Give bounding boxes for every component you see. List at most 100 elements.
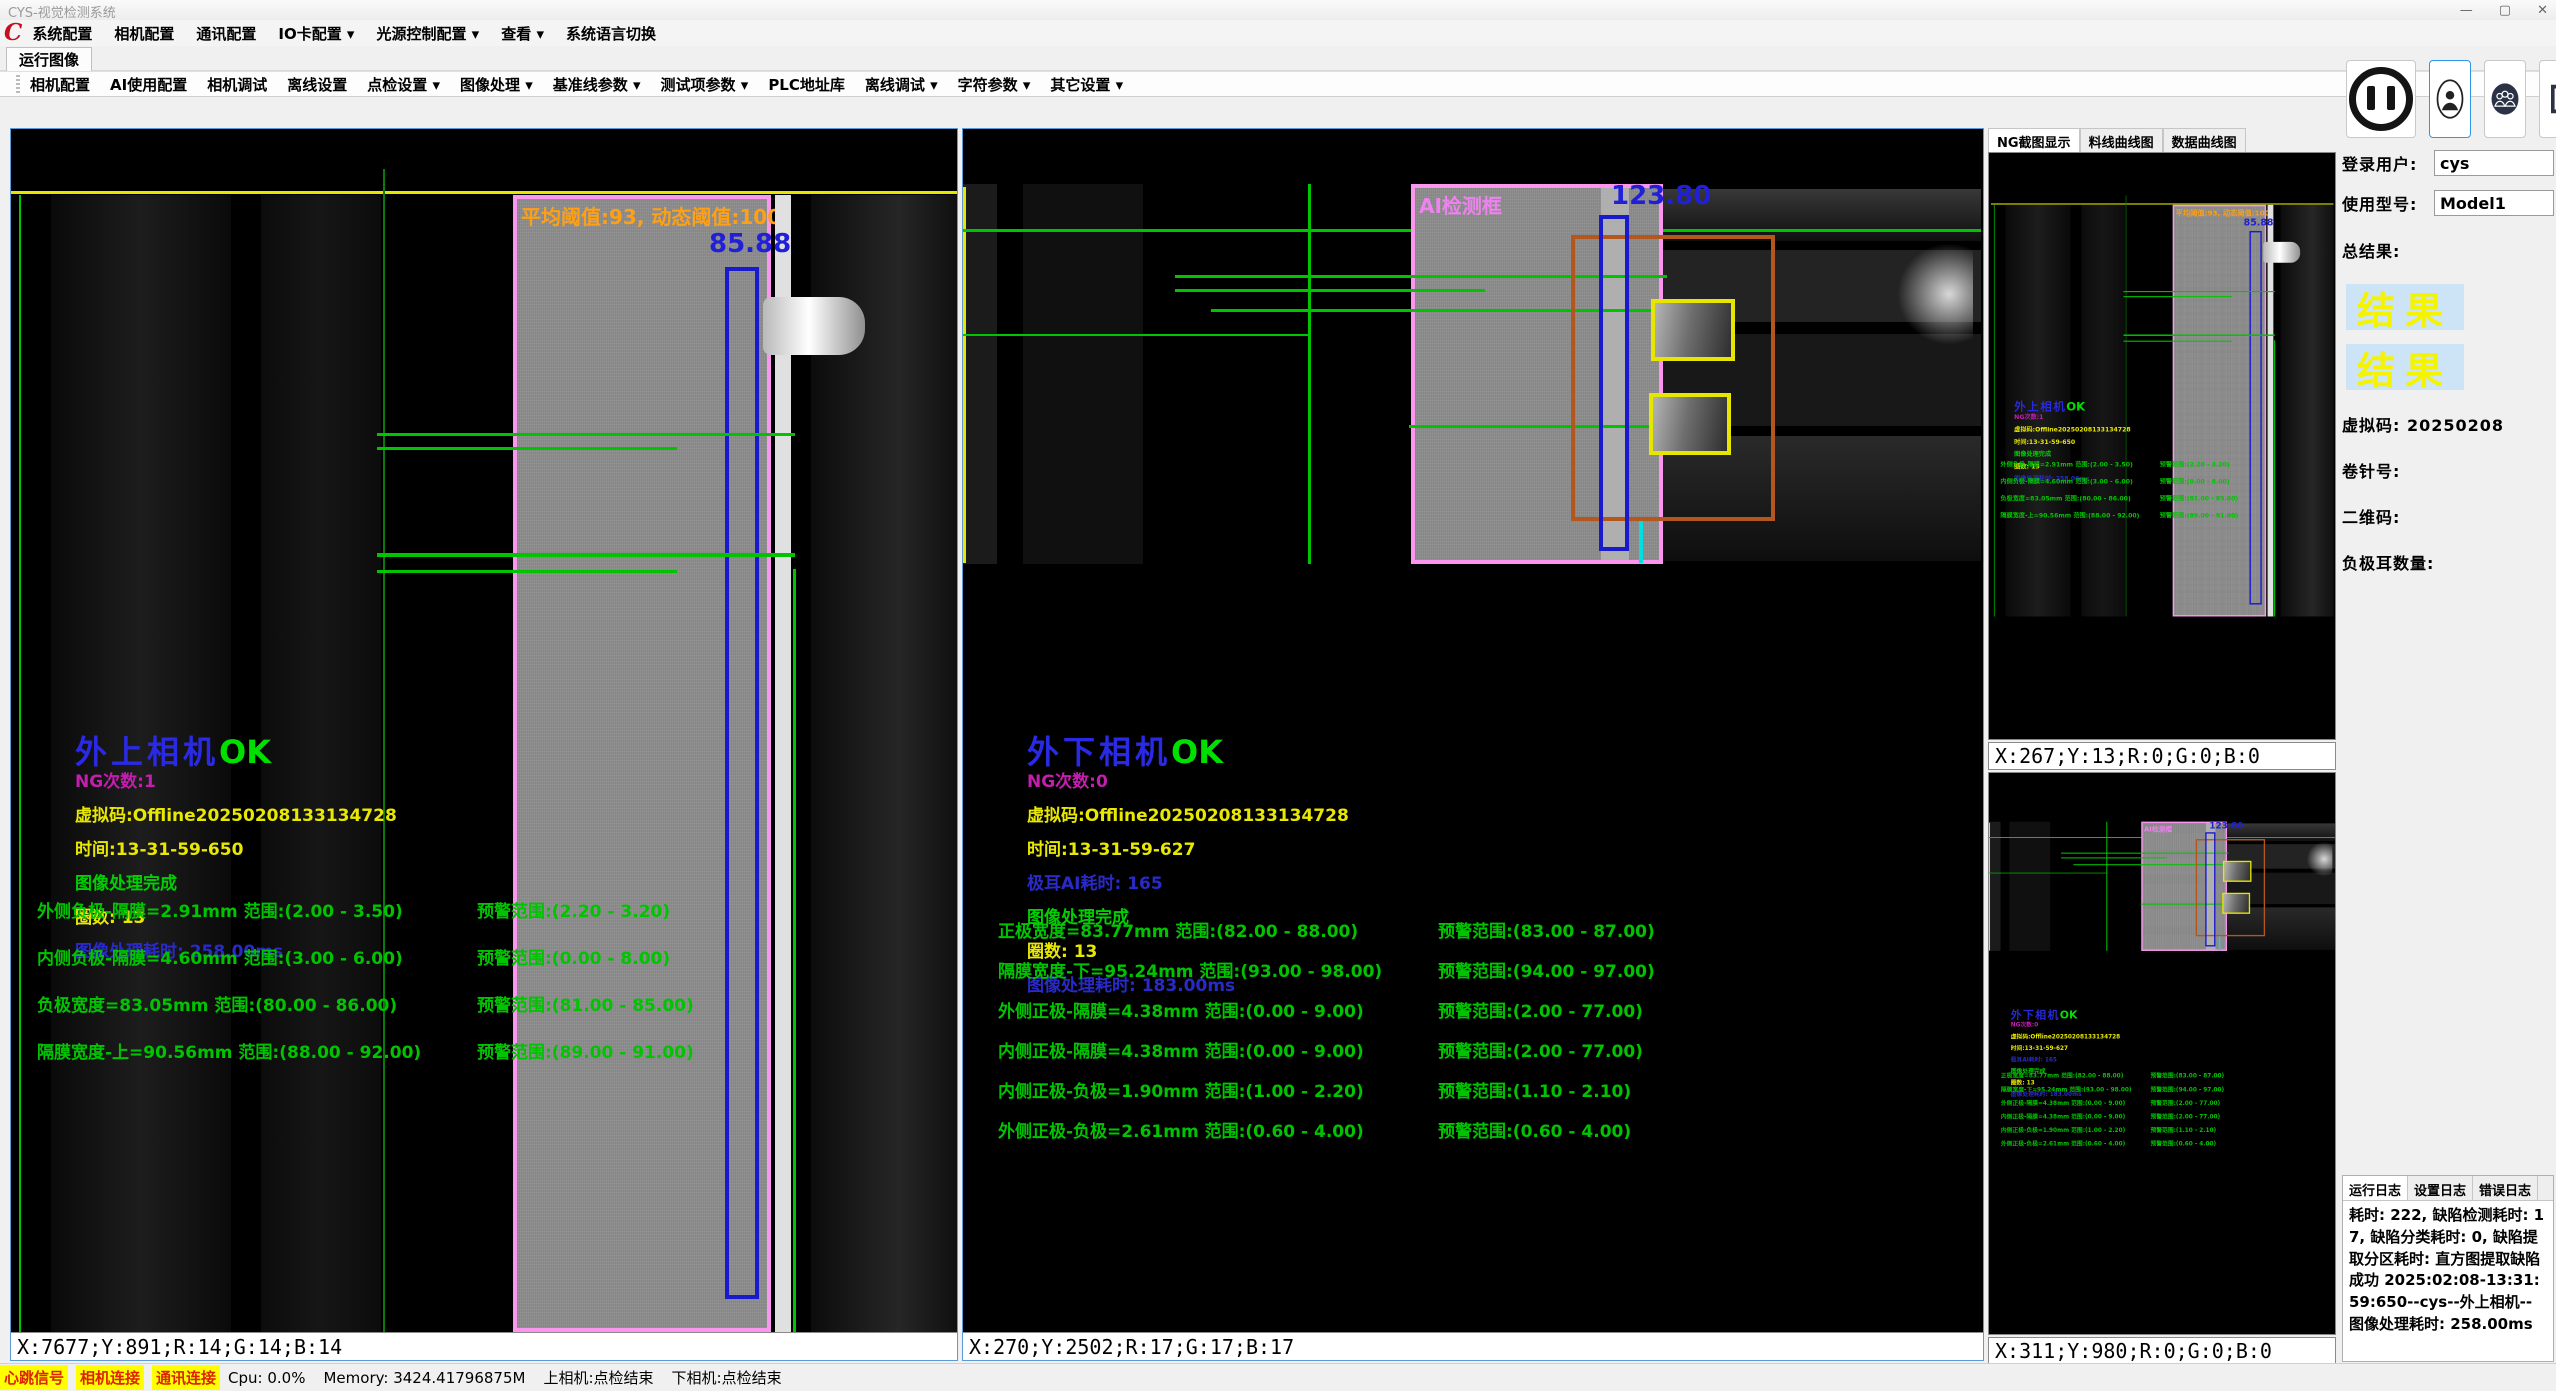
reference-line-green (1308, 184, 1311, 564)
warning-range-text: 预警范围:(1.10 - 2.10) (2151, 1125, 2217, 1134)
machinery-highlight (1893, 239, 1973, 349)
tool-baseline-params[interactable]: 基准线参数 ▾ (553, 74, 641, 95)
log-tab-settings[interactable]: 设置日志 (2408, 1176, 2473, 1200)
time-line: 时间:13-31-59-627 (2011, 1043, 2120, 1052)
measurement-text: 负极宽度=83.05mm 范围:(80.00 - 86.00) (2000, 493, 2159, 502)
pause-icon (2349, 67, 2413, 131)
measure-line-green (2123, 334, 2274, 335)
minimize-button[interactable]: — (2460, 3, 2473, 18)
width-value-label: 85.88 (709, 229, 791, 259)
menu-item-system-config[interactable]: 系统配置 (32, 23, 92, 44)
tool-spot-check-setting[interactable]: 点检设置 ▾ (367, 74, 440, 95)
ng-tab-screenshot[interactable]: NG截图显示 (1988, 128, 2080, 152)
measure-line-green (1175, 289, 1485, 292)
menu-item-language-switch[interactable]: 系统语言切换 (566, 23, 656, 44)
background-strip (2009, 822, 2050, 951)
measurement-text: 内侧正极-负极=1.90mm 范围:(1.00 - 2.20) (2001, 1125, 2151, 1134)
measurement-text: 外侧负极-隔膜=2.91mm 范围:(2.00 - 3.50) (37, 897, 477, 922)
ai-box-label: AI检测框 (2144, 824, 2172, 834)
width-measure-box (725, 267, 759, 1299)
coordinate-bar-thumb1: X:267;Y:13;R:0;G:0;B:0 (1988, 742, 2336, 770)
reference-line-yellow (963, 187, 966, 563)
tool-ai-use-config[interactable]: AI使用配置 (110, 74, 187, 95)
reference-line-cyan (1639, 521, 1643, 563)
maximize-button[interactable]: ▢ (2499, 3, 2511, 18)
measure-line-green (2061, 857, 2166, 858)
virtual-code-line: 虚拟码:Offline20250208133134728 (75, 801, 397, 826)
thumbnail-lower-camera[interactable]: AI检测框 123.80 外下相机OK NG次数:0 虚拟码:Offline20… (1988, 772, 2336, 1335)
virtual-code-line: 虚拟码:Offline20250208133134728 (2011, 1031, 2120, 1040)
log-text: 耗时: 222, 缺陷检测耗时: 17, 缺陷分类耗时: 0, 缺陷提取分区耗时… (2343, 1201, 2553, 1340)
background-strip (2281, 205, 2334, 617)
pause-button[interactable] (2346, 60, 2416, 138)
upper-camera-status: 上相机:点检结束 (543, 1367, 653, 1388)
lower-camera-panel: AI检测框 123.80 外下相机OK NG次数:0 虚拟码:Offline20… (962, 128, 1984, 1361)
lower-camera-view[interactable]: AI检测框 123.80 外下相机OK NG次数:0 虚拟码:Offline20… (963, 129, 1981, 1332)
warning-range-text: 预警范围:(0.60 - 4.00) (1438, 1117, 1631, 1142)
menu-item-camera-config[interactable]: 相机配置 (114, 23, 174, 44)
tool-camera-config[interactable]: 相机配置 (30, 74, 90, 95)
edge-strip-white (2268, 205, 2274, 617)
ng-tab-data-curve[interactable]: 数据曲线图 (2163, 128, 2246, 152)
ng-tab-material-curve[interactable]: 料线曲线图 (2080, 128, 2163, 152)
log-tab-run[interactable]: 运行日志 (2343, 1176, 2408, 1200)
tool-other-settings[interactable]: 其它设置 ▾ (1050, 74, 1123, 95)
lower-camera-status: 下相机:点检结束 (672, 1367, 782, 1388)
users-group-button[interactable] (2484, 60, 2526, 138)
ai-time-line: 极耳AI耗时: 165 (1027, 869, 1349, 894)
exit-button[interactable] (2539, 60, 2556, 138)
time-line: 时间:13-31-59-627 (1027, 835, 1349, 860)
measurement-text: 隔膜宽度-上=90.56mm 范围:(88.00 - 92.00) (37, 1038, 477, 1063)
electrode-tab (2263, 242, 2300, 263)
virtual-code-label: 虚拟码: 20250208 (2342, 412, 2554, 436)
warning-range-text: 预警范围:(0.00 - 8.00) (477, 944, 670, 969)
exit-icon (2545, 79, 2556, 119)
process-done-line: 图像处理完成 (2014, 449, 2130, 458)
measure-line-green (377, 570, 677, 573)
background-strip (1989, 822, 2001, 951)
ng-display-column: NG截图显示 料线曲线图 数据曲线图 平均阈值:93, 动态阈值:100 85.… (1988, 128, 2336, 1367)
tool-char-params[interactable]: 字符参数 ▾ (958, 74, 1031, 95)
login-user-input[interactable]: cys (2434, 150, 2554, 176)
user-button[interactable] (2429, 60, 2471, 138)
thumbnail-upper-camera[interactable]: 平均阈值:93, 动态阈值:100 85.88 外上相机OK NG次数:1 虚拟… (1988, 152, 2336, 740)
menu-item-comm-config[interactable]: 通讯配置 (196, 23, 256, 44)
log-tab-errors[interactable]: 错误日志 (2473, 1176, 2538, 1200)
warning-range-text: 预警范围:(89.00 - 91.00) (2160, 510, 2238, 519)
memory-label: Memory: 3424.41796875M (323, 1369, 525, 1387)
result-label: OK (1171, 733, 1223, 771)
reference-line-yellow (11, 191, 957, 194)
measurement-text: 正极宽度=83.77mm 范围:(82.00 - 88.00) (998, 917, 1438, 942)
qr-code-label: 二维码: (2342, 504, 2554, 528)
measurement-text: 正极宽度=83.77mm 范围:(82.00 - 88.00) (2001, 1071, 2151, 1080)
menu-item-io-card-config[interactable]: IO卡配置 ▾ (278, 23, 354, 44)
upper-camera-view[interactable]: 平均阈值:93, 动态阈值:100 85.88 外上相机OK NG次数:1 虚拟… (11, 129, 957, 1332)
coordinate-bar-upper: X:7677;Y:891;R:14;G:14;B:14 (11, 1332, 957, 1360)
tool-test-item-params[interactable]: 测试项参数 ▾ (661, 74, 749, 95)
tool-image-processing[interactable]: 图像处理 ▾ (460, 74, 533, 95)
tab-run-image[interactable]: 运行图像 (6, 47, 92, 71)
warning-range-text: 预警范围:(81.00 - 85.00) (477, 991, 694, 1016)
measurement-text: 负极宽度=83.05mm 范围:(80.00 - 86.00) (37, 991, 477, 1016)
close-button[interactable]: ✕ (2537, 3, 2548, 18)
measurement-text: 内侧正极-隔膜=4.38mm 范围:(0.00 - 9.00) (2001, 1112, 2151, 1121)
tool-offline-debug[interactable]: 离线调试 ▾ (865, 74, 938, 95)
measurement-text: 隔膜宽度-上=90.56mm 范围:(88.00 - 92.00) (2000, 510, 2159, 519)
tool-plc-address-lib[interactable]: PLC地址库 (768, 74, 845, 95)
measure-line-green (377, 553, 795, 557)
measurement-text: 外侧负极-隔膜=2.91mm 范围:(2.00 - 3.50) (2000, 459, 2159, 468)
reference-line-green (19, 195, 21, 1332)
menu-item-view[interactable]: 查看 ▾ (501, 23, 544, 44)
model-input[interactable]: Model1 (2434, 190, 2554, 216)
coordinate-bar-thumb2: X:311;Y:980;R:0;G:0;B:0 (1988, 1337, 2336, 1365)
tool-camera-debug[interactable]: 相机调试 (207, 74, 267, 95)
measurement-text: 内侧正极-隔膜=4.38mm 范围:(0.00 - 9.00) (998, 1037, 1438, 1062)
model-label: 使用型号: (2342, 191, 2434, 215)
measurement-block: 正极宽度=83.77mm 范围:(82.00 - 88.00)预警范围:(83.… (2001, 1071, 2224, 1153)
measurement-text: 内侧负极-隔膜=4.60mm 范围:(3.00 - 6.00) (2000, 476, 2159, 485)
tool-offline-setting[interactable]: 离线设置 (287, 74, 347, 95)
measurement-text: 内侧正极-负极=1.90mm 范围:(1.00 - 2.20) (998, 1077, 1438, 1102)
menu-item-light-config[interactable]: 光源控制配置 ▾ (376, 23, 479, 44)
negative-tab-count-label: 负极耳数量: (2342, 550, 2554, 574)
total-result-label: 总结果: (2342, 238, 2554, 262)
